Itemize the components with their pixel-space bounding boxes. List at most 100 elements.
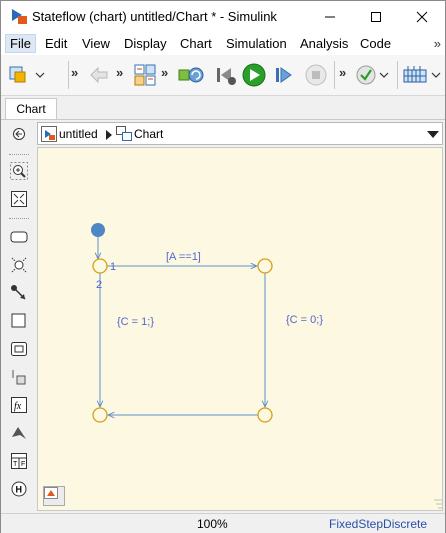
build-grid-icon bbox=[403, 66, 441, 83]
breadcrumb-model[interactable]: untitled bbox=[59, 127, 98, 141]
menu-edit[interactable]: Edit bbox=[45, 36, 67, 51]
default-transition-icon bbox=[11, 285, 26, 300]
minimize-button[interactable] bbox=[307, 1, 353, 33]
menu-view[interactable]: View bbox=[82, 36, 110, 51]
menu-overflow[interactable]: » bbox=[434, 36, 441, 51]
toolbar: » » » » bbox=[1, 55, 445, 96]
menu-analysis[interactable]: Analysis bbox=[300, 36, 348, 51]
stateflow-app-icon bbox=[12, 9, 27, 24]
step-forward-icon bbox=[276, 67, 292, 83]
library-browser-button[interactable] bbox=[131, 63, 159, 87]
transition-left-label[interactable]: {C = 1;} bbox=[117, 316, 154, 328]
menu-simulation[interactable]: Simulation bbox=[226, 36, 287, 51]
chevron-down-icon[interactable] bbox=[427, 131, 439, 139]
model-config-button[interactable] bbox=[177, 63, 207, 87]
history-tool[interactable]: H bbox=[10, 480, 28, 498]
stop-icon bbox=[305, 64, 327, 86]
simulink-state-icon bbox=[12, 370, 26, 385]
state-icon bbox=[10, 231, 28, 243]
status-bar: 100% FixedStepDiscrete bbox=[1, 513, 445, 533]
model-settings-icon bbox=[178, 67, 204, 83]
check-icon bbox=[356, 65, 389, 85]
library-browser-icon bbox=[134, 64, 156, 86]
default-transition-dot[interactable] bbox=[91, 223, 105, 237]
window-title: Stateflow (chart) untitled/Chart * - Sim… bbox=[32, 9, 277, 24]
tab-strip: Chart bbox=[1, 96, 445, 120]
object-palette: fx TF H bbox=[1, 120, 37, 512]
zoom-level: 100% bbox=[197, 517, 228, 531]
step-forward-button[interactable] bbox=[271, 63, 297, 87]
menu-code[interactable]: Code bbox=[360, 36, 391, 51]
truth-table-tool-matlab[interactable] bbox=[10, 424, 28, 442]
hide-show-explorer-button[interactable] bbox=[10, 125, 28, 143]
stateflow-diagram bbox=[91, 223, 442, 509]
simulink-window: Stateflow (chart) untitled/Chart * - Sim… bbox=[0, 0, 446, 533]
truth-table-icon: TF bbox=[11, 453, 27, 469]
toolbar-overflow-3[interactable]: » bbox=[161, 65, 168, 80]
zoom-in-button[interactable] bbox=[10, 162, 28, 180]
history-junction-tool[interactable] bbox=[10, 256, 28, 274]
junction-2[interactable] bbox=[257, 258, 273, 274]
simulink-function-icon bbox=[11, 342, 27, 356]
breadcrumb-separator-icon bbox=[106, 130, 112, 140]
title-bar: Stateflow (chart) untitled/Chart * - Sim… bbox=[1, 1, 445, 33]
box-tool[interactable] bbox=[10, 312, 28, 330]
junction-1[interactable] bbox=[92, 258, 108, 274]
minimize-icon bbox=[325, 16, 335, 18]
toolbar-overflow-1[interactable]: » bbox=[71, 65, 78, 80]
close-button[interactable] bbox=[399, 1, 445, 33]
transition-top-label[interactable]: [A ==1] bbox=[166, 251, 201, 263]
maximize-icon bbox=[371, 12, 381, 22]
close-icon bbox=[416, 11, 428, 23]
box-icon bbox=[11, 313, 26, 328]
transition-right-label[interactable]: {C = 0;} bbox=[286, 314, 323, 326]
fit-to-view-icon bbox=[11, 191, 27, 207]
chart-canvas[interactable]: [A ==1] 1 2 {C = 1;} {C = 0;} bbox=[37, 147, 443, 511]
svg-text:F: F bbox=[21, 461, 25, 468]
execution-order-1: 1 bbox=[110, 261, 117, 273]
junction-icon bbox=[11, 257, 27, 273]
toolbar-overflow-2[interactable]: » bbox=[116, 65, 123, 80]
back-button[interactable] bbox=[85, 63, 113, 87]
breadcrumb: untitled Chart bbox=[37, 122, 443, 145]
svg-text:T: T bbox=[13, 461, 18, 468]
tab-chart[interactable]: Chart bbox=[5, 98, 57, 119]
model-explorer-icon bbox=[44, 487, 58, 499]
stop-button[interactable] bbox=[303, 63, 329, 87]
resize-grip bbox=[434, 499, 442, 509]
simulink-function-tool[interactable] bbox=[10, 340, 28, 358]
zoom-in-icon bbox=[10, 162, 28, 180]
new-model-button[interactable] bbox=[7, 63, 47, 87]
step-back-button[interactable] bbox=[213, 63, 239, 87]
step-back-icon bbox=[217, 68, 236, 85]
menu-display[interactable]: Display bbox=[124, 36, 167, 51]
run-play-icon bbox=[242, 63, 266, 87]
junction-3[interactable] bbox=[92, 407, 108, 423]
matlab-function-tool[interactable]: fx bbox=[10, 396, 28, 414]
run-button[interactable] bbox=[241, 63, 267, 87]
state-tool[interactable] bbox=[10, 228, 28, 246]
explorer-bar-button[interactable] bbox=[43, 486, 65, 506]
chart-icon bbox=[116, 126, 132, 141]
svg-text:H: H bbox=[16, 485, 23, 495]
toolbar-overflow-4[interactable]: » bbox=[339, 65, 346, 80]
breadcrumb-chart[interactable]: Chart bbox=[134, 127, 163, 141]
svg-text:fx: fx bbox=[14, 401, 22, 412]
menu-chart[interactable]: Chart bbox=[180, 36, 212, 51]
truth-table-tool[interactable]: TF bbox=[10, 452, 28, 470]
matlab-function-icon: fx bbox=[11, 397, 27, 413]
default-transition-tool[interactable] bbox=[10, 284, 28, 302]
explorer-toggle-icon bbox=[13, 128, 25, 140]
new-model-icon bbox=[9, 66, 45, 83]
junction-4[interactable] bbox=[257, 407, 273, 423]
maximize-button[interactable] bbox=[353, 1, 399, 33]
simulink-model-icon bbox=[41, 126, 57, 142]
model-advisor-button[interactable] bbox=[355, 63, 391, 87]
solver-link[interactable]: FixedStepDiscrete bbox=[329, 517, 427, 531]
matlab-logo-icon bbox=[12, 427, 26, 439]
fit-to-view-button[interactable] bbox=[10, 190, 28, 208]
build-button[interactable] bbox=[401, 63, 443, 87]
simulink-state-tool[interactable] bbox=[10, 368, 28, 386]
back-arrow-icon bbox=[90, 66, 108, 84]
menu-file[interactable]: File bbox=[5, 34, 36, 53]
